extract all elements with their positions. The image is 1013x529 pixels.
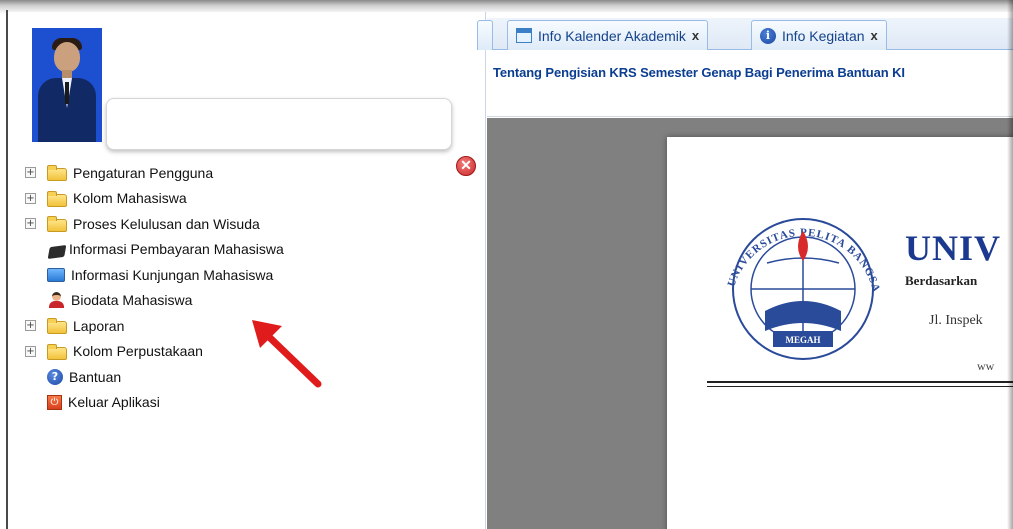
menu-item-kolom-perpustakaan[interactable]: + Kolom Perpustakaan	[24, 339, 444, 365]
letterhead-rule	[707, 386, 1013, 387]
menu-item-label: Proses Kelulusan dan Wisuda	[73, 215, 260, 232]
menu-item-label: Bantuan	[69, 368, 122, 385]
folder-icon	[47, 318, 67, 335]
letterhead-rule	[707, 381, 1013, 383]
folder-icon	[47, 216, 67, 233]
menu-item-label: Informasi Pembayaran Mahasiswa	[69, 241, 284, 258]
tab-label: Info Kegiatan	[782, 27, 865, 44]
menu-item-pengaturan-pengguna[interactable]: + Pengaturan Pengguna	[24, 160, 444, 186]
menu-item-kolom-mahasiswa[interactable]: + Kolom Mahasiswa	[24, 186, 444, 212]
menu-item-keluar-aplikasi[interactable]: ⏻ Keluar Aplikasi	[24, 390, 444, 416]
announcement-title[interactable]: Tentang Pengisian KRS Semester Genap Bag…	[493, 65, 905, 80]
menu-item-proses-kelulusan[interactable]: + Proses Kelulusan dan Wisuda	[24, 211, 444, 237]
menu-item-bantuan[interactable]: ? Bantuan	[24, 364, 444, 390]
document-subheading: Berdasarkan	[905, 273, 978, 288]
menu-item-informasi-pembayaran[interactable]: Informasi Pembayaran Mahasiswa	[24, 237, 444, 263]
menu-item-label: Laporan	[73, 317, 125, 334]
document-heading: UNIV	[905, 228, 1002, 268]
tab-info-kalender-akademik[interactable]: Info Kalender Akademik x	[507, 20, 709, 50]
folder-icon	[47, 165, 67, 182]
document-address: Jl. Inspek	[929, 313, 983, 328]
monitor-icon	[47, 267, 65, 282]
document-website: ww	[977, 359, 995, 373]
payment-card-icon	[47, 245, 67, 260]
info-icon: i	[760, 27, 776, 44]
help-icon: ?	[47, 368, 63, 385]
main-panel: Info Kalender Akademik x i Info Kegiatan…	[477, 12, 1013, 529]
menu-item-label: Kolom Perpustakaan	[73, 343, 203, 360]
menu-item-informasi-kunjungan[interactable]: Informasi Kunjungan Mahasiswa	[24, 262, 444, 288]
close-icon[interactable]: ✕	[456, 156, 476, 176]
expand-icon[interactable]: +	[25, 320, 36, 332]
announcement-bar: Tentang Pengisian KRS Semester Genap Bag…	[487, 51, 1013, 117]
expand-icon[interactable]: +	[25, 218, 36, 230]
tab-label: Info Kalender Akademik	[538, 27, 686, 44]
menu-item-label: Keluar Aplikasi	[68, 394, 160, 411]
seal-banner-text: MEGAH	[786, 335, 821, 345]
document-page: UNIVERSITAS PELITA BANGSA MEGAH UNIV Ber…	[667, 137, 1013, 529]
document-viewer[interactable]: UNIVERSITAS PELITA BANGSA MEGAH UNIV Ber…	[487, 118, 1013, 529]
menu-item-label: Biodata Mahasiswa	[71, 292, 193, 309]
avatar	[32, 28, 102, 142]
tab-info-kegiatan[interactable]: i Info Kegiatan x	[751, 20, 887, 50]
expand-icon[interactable]: +	[25, 167, 36, 179]
tab-previous[interactable]	[477, 20, 493, 50]
calendar-icon	[516, 28, 532, 43]
exit-icon: ⏻	[47, 394, 62, 410]
menu-item-label: Pengaturan Pengguna	[73, 164, 214, 181]
menu-tree: + Pengaturan Pengguna + Kolom Mahasiswa …	[24, 160, 444, 415]
folder-icon	[47, 343, 67, 360]
folder-icon	[47, 190, 67, 207]
tab-bar: Info Kalender Akademik x i Info Kegiatan…	[477, 18, 1013, 50]
menu-item-biodata-mahasiswa[interactable]: Biodata Mahasiswa	[24, 288, 444, 314]
menu-item-label: Kolom Mahasiswa	[73, 190, 187, 207]
tab-close-icon[interactable]: x	[871, 28, 878, 43]
window-left-border	[6, 10, 8, 529]
window-right-shadow	[1007, 0, 1013, 529]
profile-name-box	[106, 98, 452, 150]
university-seal-logo: UNIVERSITAS PELITA BANGSA MEGAH	[725, 218, 881, 360]
sidebar: ✕ + Pengaturan Pengguna + Kolom Mahasisw…	[8, 12, 486, 529]
app-window: ✕ + Pengaturan Pengguna + Kolom Mahasisw…	[0, 0, 1013, 529]
expand-icon[interactable]: +	[25, 192, 36, 204]
student-person-icon	[47, 292, 65, 309]
expand-icon[interactable]: +	[25, 345, 36, 357]
menu-item-label: Informasi Kunjungan Mahasiswa	[71, 266, 274, 283]
tab-close-icon[interactable]: x	[692, 28, 699, 43]
highlight-arrow-icon	[252, 320, 322, 388]
menu-item-laporan[interactable]: + Laporan	[24, 313, 444, 339]
